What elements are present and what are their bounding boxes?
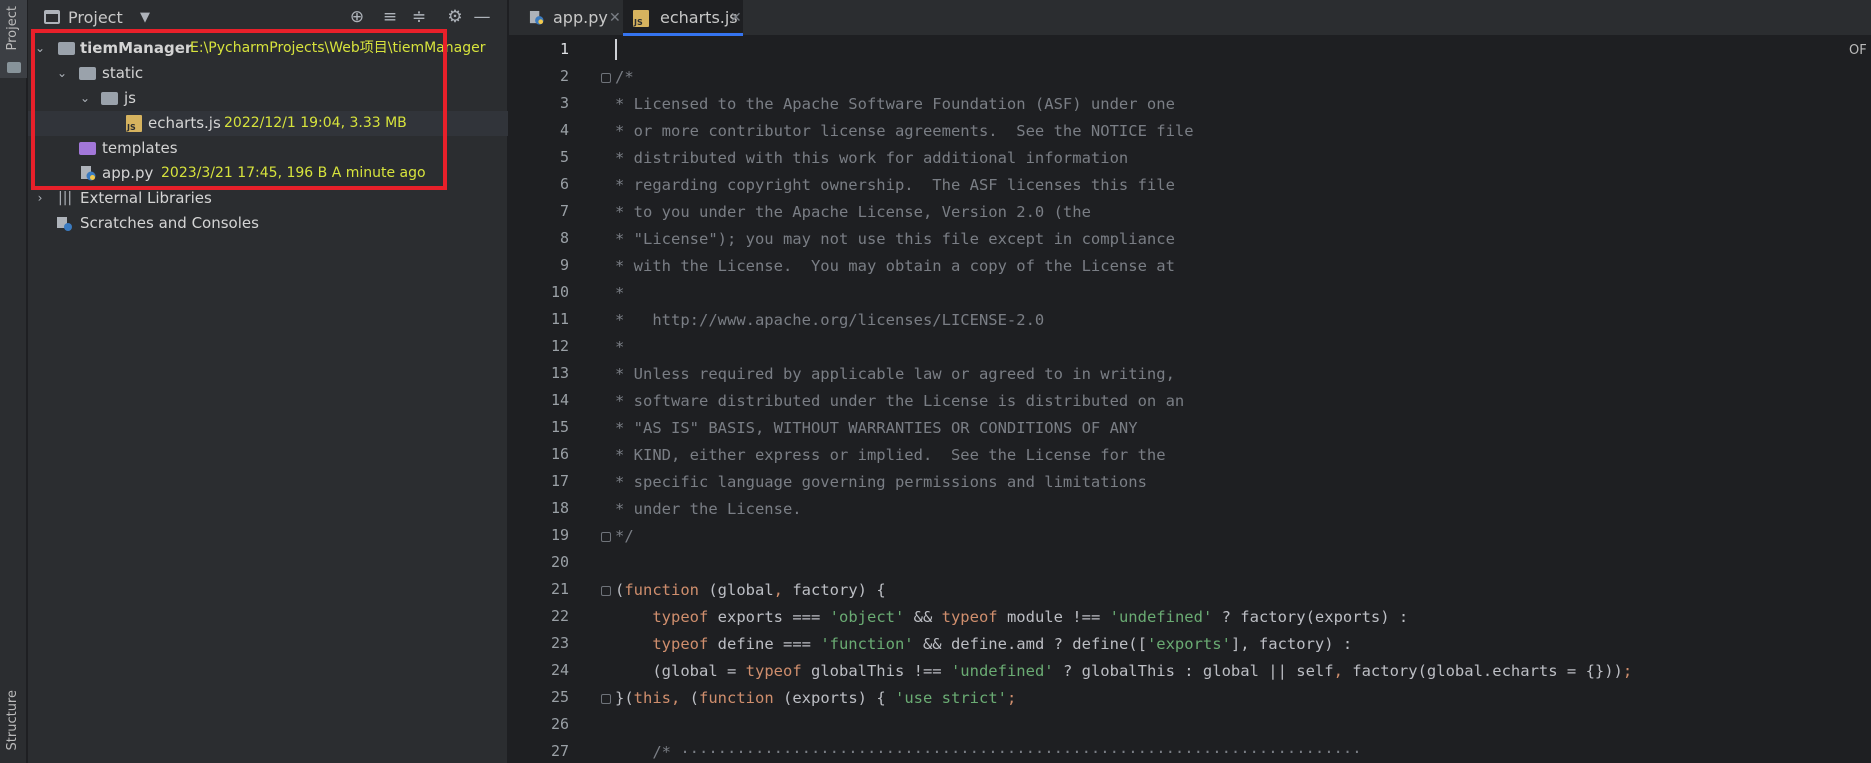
tab-app-py[interactable]: app.py ✕ — [519, 0, 623, 36]
line-number: 22 — [550, 607, 569, 625]
code-line: }(this, (function (exports) { 'use stric… — [615, 689, 1017, 707]
line-number: 18 — [550, 499, 569, 517]
line-number: 19 — [550, 526, 569, 544]
scratches-label: Scratches and Consoles — [80, 214, 259, 232]
project-tool-label: Project — [5, 6, 20, 51]
structure-tool-button[interactable]: Structure — [5, 690, 20, 750]
line-number: 11 — [550, 310, 569, 328]
line-number: 14 — [550, 391, 569, 409]
code-line: * http://www.apache.org/licenses/LICENSE… — [615, 311, 1045, 329]
code-line: * — [615, 338, 625, 356]
javascript-file-icon — [633, 10, 649, 27]
scratches-icon — [57, 217, 72, 231]
code-editor[interactable]: /* * Licensed to the Apache Software Fou… — [615, 37, 1871, 763]
code-line: * "License"); you may not use this file … — [615, 230, 1175, 248]
project-view-icon — [44, 10, 60, 24]
line-number: 12 — [550, 337, 569, 355]
fold-marker-icon[interactable] — [601, 73, 611, 83]
fold-marker-icon[interactable] — [601, 532, 611, 542]
highlight-box — [31, 29, 447, 190]
code-line: * regarding copyright ownership. The ASF… — [615, 176, 1175, 194]
code-line: * Unless required by applicable law or a… — [615, 365, 1175, 383]
line-number: 3 — [559, 94, 569, 112]
code-line: * Licensed to the Apache Software Founda… — [615, 95, 1175, 113]
line-number: 8 — [559, 229, 569, 247]
code-line: * distributed with this work for additio… — [615, 149, 1129, 167]
close-icon[interactable]: ✕ — [609, 0, 621, 36]
chevron-down-icon[interactable]: ▼ — [140, 10, 150, 25]
code-line: * with the License. You may obtain a cop… — [615, 257, 1175, 275]
code-line: * software distributed under the License… — [615, 392, 1185, 410]
line-number: 2 — [559, 67, 569, 85]
tool-window-strip: Project Structure — [0, 0, 27, 763]
line-number: 6 — [559, 175, 569, 193]
code-line: * "AS IS" BASIS, WITHOUT WARRANTIES OR C… — [615, 419, 1138, 437]
line-number: 1 — [559, 40, 569, 58]
code-line: */ — [615, 527, 634, 545]
line-number: 17 — [550, 472, 569, 490]
folder-icon — [7, 62, 21, 73]
line-number: 10 — [550, 283, 569, 301]
line-number: 24 — [550, 661, 569, 679]
line-number: 13 — [550, 364, 569, 382]
python-file-icon — [529, 10, 544, 25]
code-line: * specific language governing permission… — [615, 473, 1147, 491]
line-number: 25 — [550, 688, 569, 706]
line-number: 21 — [550, 580, 569, 598]
editor-tab-bar: app.py ✕ echarts.js ✕ — [509, 0, 1871, 36]
editor-badge: OF — [1843, 41, 1871, 61]
line-number: 9 — [559, 256, 569, 274]
tab-echarts-js[interactable]: echarts.js ✕ — [623, 0, 743, 36]
project-tool-button[interactable]: Project — [0, 0, 27, 78]
line-number: 7 — [559, 202, 569, 220]
code-line: /* — [615, 68, 634, 86]
line-number: 23 — [550, 634, 569, 652]
fold-marker-icon[interactable] — [601, 586, 611, 596]
line-number: 4 — [559, 121, 569, 139]
code-line: * to you under the Apache License, Versi… — [615, 203, 1091, 221]
line-number: 20 — [550, 553, 569, 571]
line-number: 16 — [550, 445, 569, 463]
line-number: 5 — [559, 148, 569, 166]
expand-all-icon[interactable]: ≡ — [379, 6, 401, 28]
line-number: 26 — [550, 715, 569, 733]
text-caret — [615, 39, 617, 60]
settings-icon[interactable]: ⚙ — [444, 6, 466, 28]
code-line: * KIND, either express or implied. See t… — [615, 446, 1166, 464]
tree-item-scratches[interactable]: Scratches and Consoles — [28, 211, 508, 236]
code-line: typeof define === 'function' && define.a… — [652, 635, 1353, 653]
tab-label: app.py — [553, 8, 608, 27]
code-line: typeof exports === 'object' && typeof mo… — [652, 608, 1409, 626]
close-icon[interactable]: ✕ — [730, 0, 742, 36]
line-number: 15 — [550, 418, 569, 436]
line-number: 27 — [550, 742, 569, 760]
code-line: (function (global, factory) { — [615, 581, 886, 599]
code-line: /* ·····································… — [615, 743, 1362, 761]
code-line: * under the License. — [615, 500, 802, 518]
locate-icon[interactable]: ⊕ — [346, 6, 368, 28]
project-panel-title[interactable]: Project — [68, 8, 123, 27]
code-line: (global = typeof globalThis !== 'undefin… — [615, 662, 1633, 680]
code-line: * or more contributor license agreements… — [615, 122, 1194, 140]
line-number-gutter: 1 2 3 4 5 6 7 8 9 10 11 12 13 14 15 16 1… — [509, 37, 611, 763]
fold-marker-icon[interactable] — [601, 694, 611, 704]
collapse-all-icon[interactable]: ≑ — [408, 6, 430, 28]
code-line: * — [615, 284, 625, 302]
hide-icon[interactable]: — — [471, 6, 493, 28]
tab-label: echarts.js — [660, 8, 738, 27]
